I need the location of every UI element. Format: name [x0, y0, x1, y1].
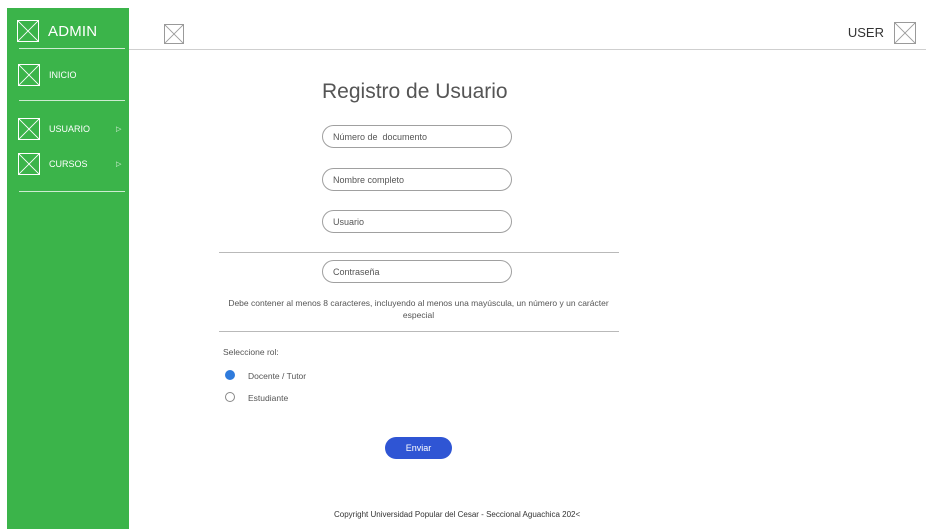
image-placeholder-icon[interactable] — [164, 24, 184, 44]
sidebar-item-cursos[interactable]: CURSOS ▷ — [7, 153, 129, 179]
sidebar-item-label: INICIO — [49, 70, 77, 80]
top-bar: USER — [129, 8, 926, 50]
chevron-right-icon: ▷ — [116, 126, 122, 133]
username-input[interactable] — [322, 210, 512, 233]
image-placeholder-icon — [18, 64, 40, 86]
radio-unselected[interactable] — [225, 392, 235, 402]
radio-selected[interactable] — [225, 370, 235, 380]
sidebar-header: ADMIN — [7, 8, 129, 49]
image-placeholder-icon — [18, 153, 40, 175]
full-name-input[interactable] — [322, 168, 512, 191]
sidebar-title: ADMIN — [48, 23, 98, 40]
sidebar-divider — [19, 100, 125, 101]
avatar-icon[interactable] — [894, 22, 916, 44]
image-placeholder-icon — [17, 20, 39, 42]
chevron-right-icon: ▷ — [116, 161, 122, 168]
role-label: Seleccione rol: — [223, 347, 279, 357]
submit-button[interactable]: Enviar — [385, 437, 452, 459]
sidebar-divider — [19, 191, 125, 192]
document-number-input[interactable] — [322, 125, 512, 148]
sidebar-item-usuario[interactable]: USUARIO ▷ — [7, 118, 129, 144]
sidebar-item-inicio[interactable]: INICIO — [7, 64, 129, 90]
user-label[interactable]: USER — [848, 25, 884, 40]
password-hint: Debe contener al menos 8 caracteres, inc… — [228, 298, 609, 320]
sidebar: ADMIN INICIO USUARIO ▷ CURSOS ▷ — [7, 8, 129, 529]
divider — [219, 252, 619, 253]
role-option-label: Docente / Tutor — [248, 371, 307, 381]
divider — [219, 331, 619, 332]
sidebar-divider — [19, 48, 125, 49]
footer-copyright: Copyright Universidad Popular del Cesar … — [334, 510, 581, 519]
sidebar-item-label: USUARIO — [49, 124, 91, 134]
role-option-label: Estudiante — [248, 393, 289, 403]
sidebar-item-label: CURSOS — [49, 159, 88, 169]
password-input[interactable] — [322, 260, 512, 283]
page-title: Registro de Usuario — [322, 80, 508, 103]
image-placeholder-icon — [18, 118, 40, 140]
